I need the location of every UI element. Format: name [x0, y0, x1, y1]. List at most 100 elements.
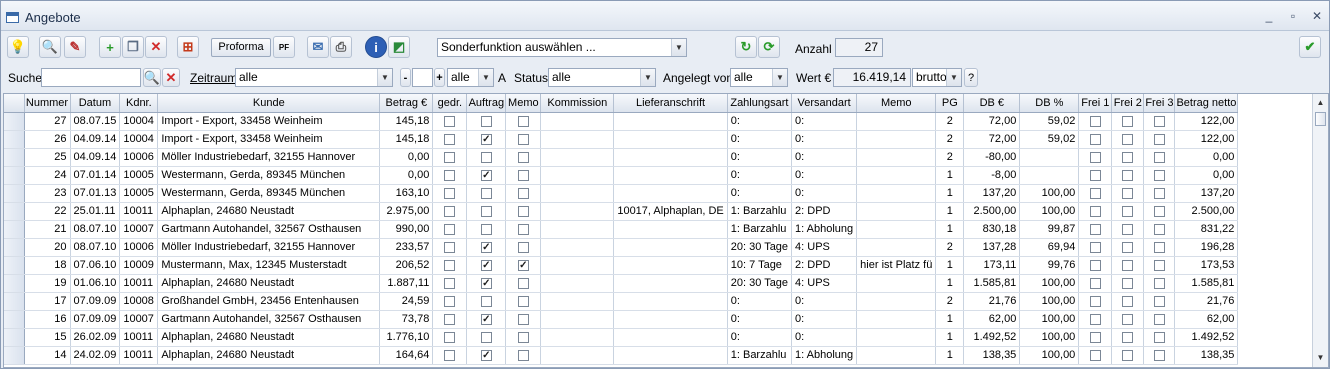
checkbox[interactable] [1089, 115, 1101, 127]
checkbox[interactable] [1153, 223, 1165, 235]
checked-checkbox[interactable]: ✓ [480, 133, 492, 145]
checkbox[interactable] [1122, 151, 1134, 163]
checkbox[interactable] [480, 205, 492, 217]
row-selector[interactable] [4, 274, 25, 293]
checkbox[interactable] [1122, 349, 1134, 361]
checkbox[interactable] [444, 151, 456, 163]
email-icon[interactable]: ✉ [307, 36, 329, 58]
period-select[interactable]: alle ▼ [235, 68, 393, 87]
checkbox[interactable] [1089, 205, 1101, 217]
checkbox[interactable] [1089, 223, 1101, 235]
checkbox[interactable] [1122, 259, 1134, 271]
checkbox[interactable] [517, 205, 529, 217]
table-row[interactable]: 23 07.01.13 10005 Westermann, Gerda, 89345 … [4, 184, 1239, 203]
search-input[interactable] [41, 68, 141, 87]
checkbox[interactable] [444, 349, 456, 361]
table-row[interactable]: 27 08.07.15 10004 Import - Export, 33458 We… [4, 112, 1239, 131]
row-selector[interactable] [4, 346, 25, 365]
checkbox[interactable] [1122, 223, 1134, 235]
checkbox[interactable] [1122, 331, 1134, 343]
table-row[interactable]: 16 07.09.09 10007 Gartmann Autohandel, 3256… [4, 310, 1239, 329]
checkbox[interactable] [444, 133, 456, 145]
checkbox[interactable] [480, 115, 492, 127]
checkbox[interactable] [517, 169, 529, 181]
chevron-down-icon[interactable]: ▼ [377, 69, 392, 86]
row-selector[interactable] [4, 256, 25, 275]
checkbox[interactable] [1153, 205, 1165, 217]
checkbox[interactable] [1089, 187, 1101, 199]
table-row[interactable]: 20 08.07.10 10006 Möller Industriebedarf, 3… [4, 238, 1239, 257]
col-header-zahlungsart[interactable]: Zahlungsart [727, 94, 793, 113]
search-edit-icon[interactable]: ✎ [64, 36, 86, 58]
print-icon[interactable]: ⎙ [330, 36, 352, 58]
checkbox[interactable] [1089, 169, 1101, 181]
checkbox[interactable] [480, 223, 492, 235]
restore-button[interactable]: ▫ [1284, 8, 1302, 24]
chevron-down-icon[interactable]: ▼ [671, 39, 686, 56]
chevron-down-icon[interactable]: ▼ [478, 69, 493, 86]
special-function-select[interactable]: Sonderfunktion auswählen ... ▼ [437, 38, 687, 57]
table-row[interactable]: 15 26.02.09 10011 Alphaplan, 24680 Neustadt… [4, 328, 1239, 347]
checkbox[interactable] [1122, 205, 1134, 217]
checked-checkbox[interactable]: ✓ [480, 313, 492, 325]
checkbox[interactable] [444, 295, 456, 307]
sync-icon[interactable]: ⟳ [758, 36, 780, 58]
confirm-check-icon[interactable]: ✔ [1299, 36, 1321, 58]
col-header-kommission[interactable]: Kommission [540, 94, 615, 113]
table-row[interactable]: 24 07.01.14 10005 Westermann, Gerda, 89345 … [4, 166, 1239, 185]
refresh-icon[interactable]: ↻ [735, 36, 757, 58]
checkbox[interactable] [1122, 241, 1134, 253]
lightbulb-icon[interactable]: 💡 [7, 36, 29, 58]
col-header-frei1[interactable]: Frei 1 [1078, 94, 1113, 113]
checkbox[interactable] [517, 223, 529, 235]
checkbox[interactable] [1153, 277, 1165, 289]
clear-search-icon[interactable]: ✕ [162, 68, 180, 87]
map-icon[interactable]: ◩ [388, 36, 410, 58]
col-header-nummer[interactable]: Nummer [24, 94, 71, 113]
checkbox[interactable] [517, 295, 529, 307]
col-header-auftrag[interactable]: Auftrag [466, 94, 507, 113]
checkbox[interactable] [1122, 115, 1134, 127]
vertical-scrollbar[interactable]: ▲ ▼ [1312, 94, 1328, 367]
chevron-down-icon[interactable]: ▼ [640, 69, 655, 86]
checkbox[interactable] [1122, 133, 1134, 145]
row-selector[interactable] [4, 130, 25, 149]
checkbox[interactable] [1122, 313, 1134, 325]
period-minus-button[interactable]: - [400, 68, 411, 87]
row-selector[interactable] [4, 292, 25, 311]
scroll-up-icon[interactable]: ▲ [1313, 96, 1328, 110]
proforma-button[interactable]: Proforma [211, 38, 271, 57]
close-button[interactable]: ✕ [1308, 8, 1326, 24]
row-selector[interactable] [4, 112, 25, 131]
checkbox[interactable] [444, 331, 456, 343]
col-header-lieferanschrift[interactable]: Lieferanschrift [613, 94, 728, 113]
checkbox[interactable] [444, 277, 456, 289]
checkbox[interactable] [480, 295, 492, 307]
col-header-memo2[interactable]: Memo [856, 94, 937, 113]
col-header-datum[interactable]: Datum [70, 94, 121, 113]
row-selector[interactable] [4, 148, 25, 167]
checkbox[interactable] [517, 349, 529, 361]
table-row[interactable]: 21 08.07.10 10007 Gartmann Autohandel, 3256… [4, 220, 1239, 239]
period-plus-button[interactable]: + [434, 68, 445, 87]
checkbox[interactable] [444, 259, 456, 271]
checkbox[interactable] [444, 313, 456, 325]
checkbox[interactable] [1153, 151, 1165, 163]
chevron-down-icon[interactable]: ▼ [946, 69, 961, 86]
checked-checkbox[interactable]: ✓ [480, 349, 492, 361]
checkbox[interactable] [444, 205, 456, 217]
checkbox[interactable] [444, 169, 456, 181]
checkbox[interactable] [1089, 133, 1101, 145]
row-selector[interactable] [4, 328, 25, 347]
add-document-icon[interactable]: + [99, 36, 121, 58]
checkbox[interactable] [444, 187, 456, 199]
col-header-frei2[interactable]: Frei 2 [1111, 94, 1145, 113]
checkbox[interactable] [444, 223, 456, 235]
checkbox[interactable] [1089, 331, 1101, 343]
scroll-thumb[interactable] [1315, 112, 1326, 126]
checkbox[interactable] [517, 187, 529, 199]
checkbox[interactable] [517, 331, 529, 343]
checkbox[interactable] [1153, 133, 1165, 145]
info-icon[interactable]: i [365, 36, 387, 58]
col-header-db[interactable]: DB € [963, 94, 1021, 113]
